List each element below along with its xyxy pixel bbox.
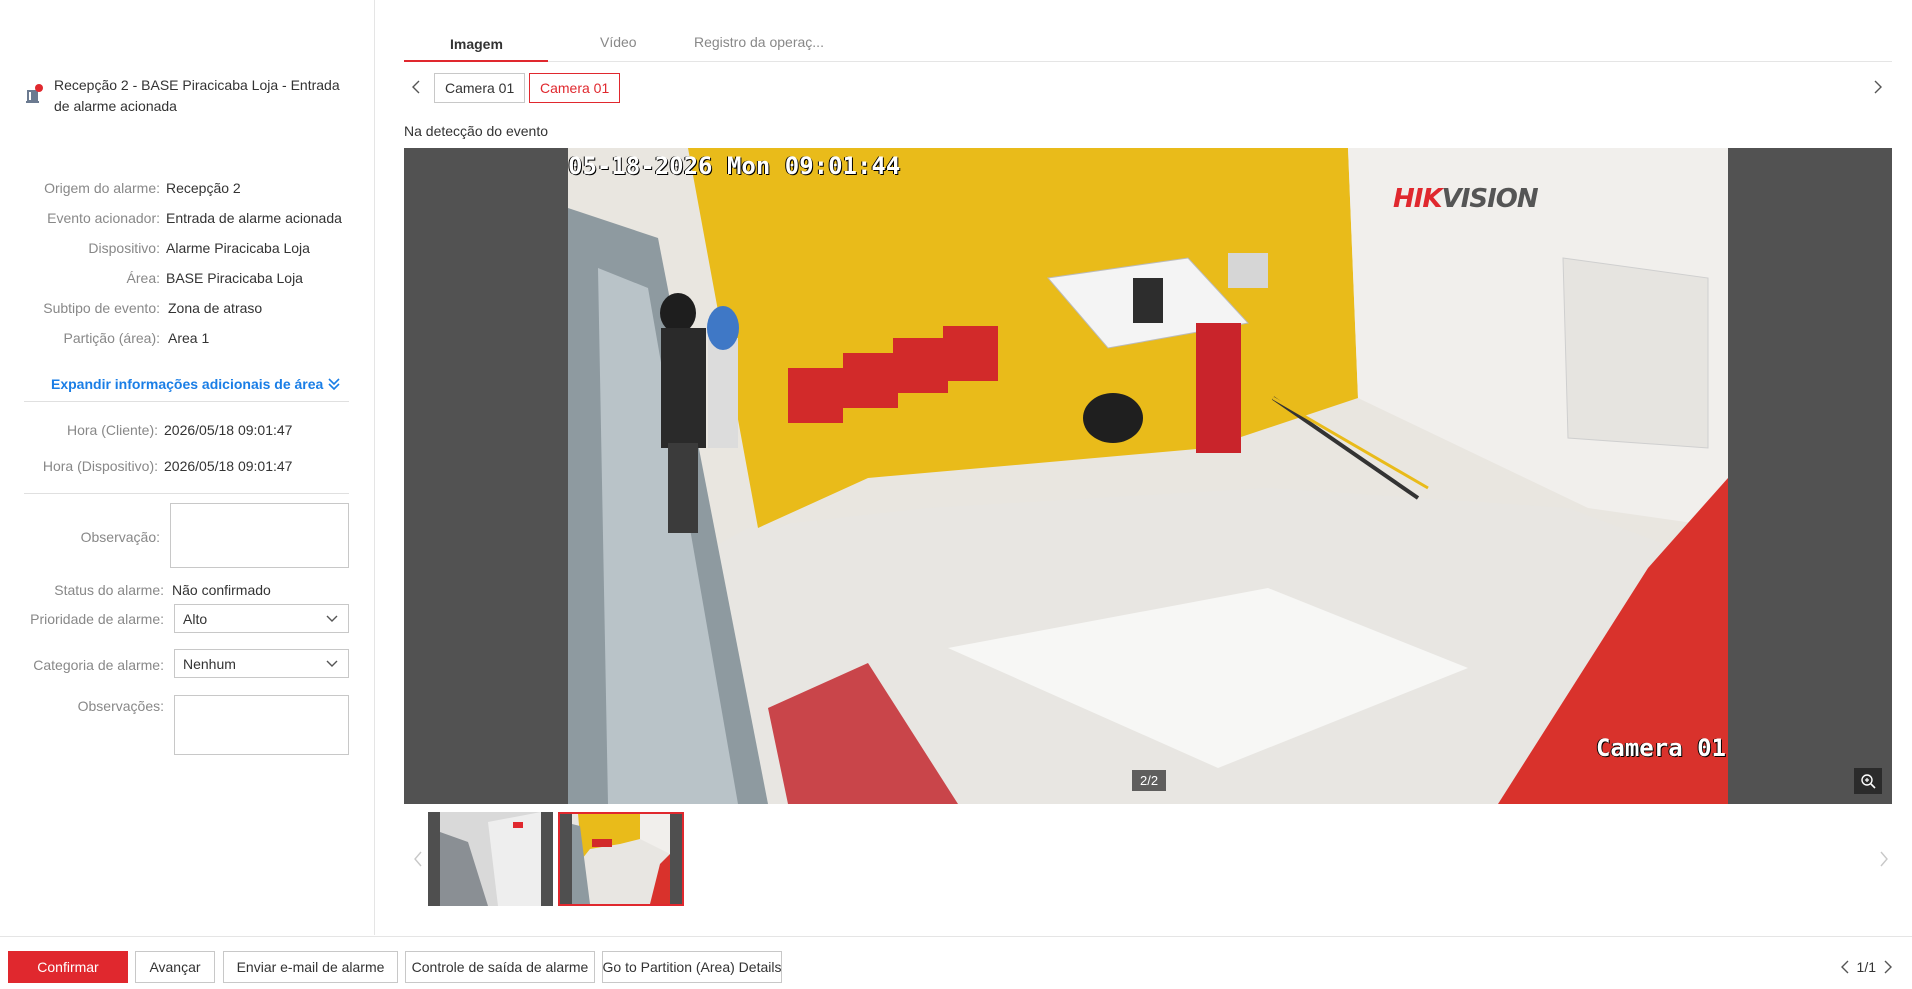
chevron-right-icon <box>1880 851 1888 867</box>
chevron-down-icon <box>326 660 338 667</box>
partition-details-button[interactable]: Go to Partition (Area) Details <box>602 951 782 983</box>
time-row-client: Hora (Cliente): 2026/05/18 09:01:47 <box>0 420 375 440</box>
osd-timestamp: 05-18-2026 Mon 09:01:44 <box>568 152 901 180</box>
detail-row-particao: Partição (área): Area 1 <box>0 328 375 348</box>
chevron-right-icon <box>1884 960 1892 974</box>
double-chevron-down-icon <box>328 378 340 391</box>
zoom-in-icon <box>1861 774 1876 789</box>
detail-value: Alarme Piracicaba Loja <box>166 240 310 256</box>
alarm-header: Recepção 2 - BASE Piracicaba Loja - Entr… <box>24 75 354 117</box>
detail-row-area: Área: BASE Piracicaba Loja <box>0 268 375 288</box>
time-value: 2026/05/18 09:01:47 <box>164 422 293 438</box>
expand-area-info-label: Expandir informações adicionais de área <box>51 376 324 392</box>
categoria-select[interactable]: Nenhum <box>174 649 349 678</box>
action-footer: Confirmar Avançar Enviar e-mail de alarm… <box>0 936 1912 989</box>
observacoes-textarea[interactable] <box>174 695 349 755</box>
detail-value: Area 1 <box>168 330 210 346</box>
categoria-label: Categoria de alarme: <box>33 657 164 673</box>
detail-label: Partição (área): <box>63 330 160 346</box>
detail-row-dispositivo: Dispositivo: Alarme Piracicaba Loja <box>0 238 375 258</box>
status-value: Não confirmado <box>172 582 271 598</box>
thumbnail-prev-button[interactable] <box>410 848 426 870</box>
advance-button[interactable]: Avançar <box>135 951 215 983</box>
detail-row-origem: Origem do alarme: Recepção 2 <box>0 178 375 198</box>
image-viewer[interactable]: 05-18-2026 Mon 09:01:44 HIKVISION Camera… <box>404 148 1892 804</box>
tab-video[interactable]: Vídeo <box>600 34 637 50</box>
prioridade-select-value: Alto <box>183 610 208 627</box>
prioridade-select[interactable]: Alto <box>174 604 349 633</box>
observacoes-label: Observações: <box>77 698 164 714</box>
media-tabs: Imagem Vídeo Registro da operaç... <box>404 28 1892 62</box>
alarm-output-control-button[interactable]: Controle de saída de alarme <box>405 951 595 983</box>
chevron-down-icon <box>326 615 338 622</box>
thumbnail-image <box>560 814 682 904</box>
camera-tab-1[interactable]: Camera 01 <box>434 73 526 103</box>
thumbnail-1[interactable] <box>428 812 553 906</box>
alarm-bell-icon <box>24 84 44 104</box>
active-tab-indicator <box>404 60 548 62</box>
time-row-device: Hora (Dispositivo): 2026/05/18 09:01:47 <box>0 456 375 476</box>
observacao-textarea[interactable] <box>170 503 349 568</box>
status-label: Status do alarme: <box>54 582 164 598</box>
detail-label: Origem do alarme: <box>44 180 160 196</box>
scene-image <box>568 148 1728 804</box>
divider <box>24 493 349 494</box>
tab-registro[interactable]: Registro da operaç... <box>694 34 824 50</box>
camera-snapshot: 05-18-2026 Mon 09:01:44 HIKVISION Camera… <box>568 148 1728 804</box>
chevron-right-icon <box>1874 80 1882 94</box>
observacao-label: Observação: <box>80 529 160 545</box>
detail-label: Área: <box>126 270 160 286</box>
detail-value: Entrada de alarme acionada <box>166 210 342 226</box>
osd-camera-name: Camera 01 <box>1595 734 1726 762</box>
detail-row-subtipo: Subtipo de evento: Zona de atraso <box>0 298 375 318</box>
send-alarm-email-button[interactable]: Enviar e-mail de alarme <box>223 951 398 983</box>
confirm-button[interactable]: Confirmar <box>8 951 128 983</box>
media-panel: Imagem Vídeo Registro da operaç... Camer… <box>376 0 1912 935</box>
detail-value: Zona de atraso <box>168 300 263 316</box>
pager: 1/1 <box>1837 959 1896 975</box>
pager-prev-button[interactable] <box>1837 960 1853 974</box>
detail-value: BASE Piracicaba Loja <box>166 270 303 286</box>
prioridade-label: Prioridade de alarme: <box>30 611 164 627</box>
alarm-title: Recepção 2 - BASE Piracicaba Loja - Entr… <box>54 77 340 114</box>
time-label: Hora (Cliente): <box>66 422 158 438</box>
thumbnail-image <box>428 812 553 906</box>
alarm-details-panel: Recepção 2 - BASE Piracicaba Loja - Entr… <box>0 0 375 935</box>
thumbnail-2[interactable] <box>558 812 684 906</box>
zoom-button[interactable] <box>1854 768 1882 794</box>
chevron-left-icon <box>414 851 422 867</box>
divider <box>24 401 349 402</box>
camera-prev-button[interactable] <box>406 74 426 100</box>
detail-label: Subtipo de evento: <box>43 300 160 316</box>
event-label: Na detecção do evento <box>404 123 548 139</box>
camera-next-button[interactable] <box>1868 74 1888 100</box>
image-page-indicator: 2/2 <box>1132 770 1167 791</box>
expand-area-info-link[interactable]: Expandir informações adicionais de área <box>51 376 341 392</box>
categoria-select-value: Nenhum <box>183 655 236 672</box>
osd-brand-logo: HIKVISION <box>1393 184 1539 214</box>
time-label: Hora (Dispositivo): <box>42 458 158 474</box>
camera-tab-2[interactable]: Camera 01 <box>529 73 621 103</box>
pager-text: 1/1 <box>1856 959 1876 975</box>
tab-imagem[interactable]: Imagem <box>450 36 503 52</box>
status-row: Status do alarme: Não confirmado <box>0 580 375 600</box>
detail-label: Evento acionador: <box>47 210 160 226</box>
thumbnail-next-button[interactable] <box>1876 848 1892 870</box>
chevron-left-icon <box>412 80 420 94</box>
pager-next-button[interactable] <box>1880 960 1896 974</box>
time-value: 2026/05/18 09:01:47 <box>164 458 293 474</box>
detail-row-evento: Evento acionador: Entrada de alarme acio… <box>0 208 375 228</box>
detail-value: Recepção 2 <box>166 180 241 196</box>
chevron-left-icon <box>1840 960 1849 974</box>
detail-label: Dispositivo: <box>88 240 160 256</box>
